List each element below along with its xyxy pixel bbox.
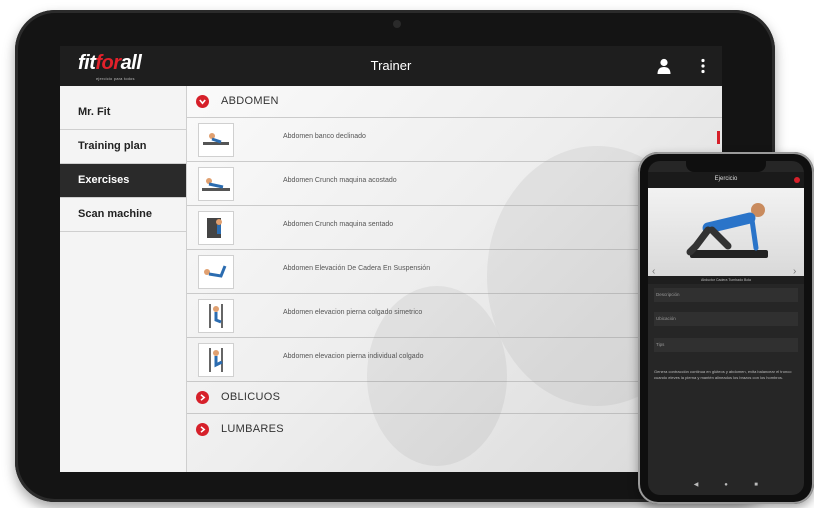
section-label: OBLICUOS xyxy=(221,391,281,403)
logo-tagline: ejercicio para todos xyxy=(96,76,135,81)
recents-icon[interactable]: ■ xyxy=(741,482,771,488)
chevron-right-circle-icon xyxy=(196,391,209,404)
phone-device: Ejercicio ‹ › Abductor Cadera Tumbado Bo… xyxy=(638,152,814,504)
tips-field[interactable]: Tips xyxy=(654,338,798,352)
exercise-description: Genera contracción continua en glúteos y… xyxy=(654,369,792,380)
sidebar-item-training-plan[interactable]: Training plan xyxy=(60,130,186,164)
app-header: fitforall ejercicio para todos Trainer xyxy=(60,46,722,86)
sidebar-item-scan-machine[interactable]: Scan machine xyxy=(60,198,186,232)
exercise-name: Abdomen Crunch maquina acostado xyxy=(283,177,397,184)
close-icon[interactable] xyxy=(794,177,800,183)
phone-title: Ejercicio xyxy=(714,176,738,182)
exercise-thumbnail xyxy=(198,299,234,333)
description-field[interactable]: Descripción xyxy=(654,288,798,302)
exercise-thumbnail xyxy=(198,255,234,289)
chevron-down-circle-icon xyxy=(196,95,209,108)
tablet-screen: fitforall ejercicio para todos Trainer M… xyxy=(60,46,722,472)
image-caption: Abductor Cadera Tumbado Bola xyxy=(648,276,804,284)
exercise-thumbnail xyxy=(198,123,234,157)
exercise-name: Abdomen Elevación De Cadera En Suspensió… xyxy=(283,265,431,272)
exercise-name: Abdomen elevacion pierna individual colg… xyxy=(283,353,424,360)
user-icon[interactable] xyxy=(657,58,671,74)
sidebar-item-exercises[interactable]: Exercises xyxy=(60,164,186,198)
tablet-camera xyxy=(393,20,401,28)
sidebar-item-mr-fit[interactable]: Mr. Fit xyxy=(60,96,186,130)
exercise-image: ‹ › xyxy=(648,188,804,277)
page-title: Trainer xyxy=(370,58,412,73)
phone-nav-bar: ◀ ● ■ xyxy=(648,481,804,495)
phone-header: Ejercicio xyxy=(648,172,804,188)
exercise-row[interactable]: Abdomen banco declinado xyxy=(187,117,722,161)
exercise-name: Abdomen banco declinado xyxy=(283,133,366,140)
exercise-name: Abdomen Crunch maquina sentado xyxy=(283,221,394,228)
phone-notch xyxy=(686,161,766,172)
exercise-name: Abdomen elevacion pierna colgado simetri… xyxy=(283,309,423,316)
section-label: ABDOMEN xyxy=(221,95,279,107)
home-icon[interactable]: ● xyxy=(711,482,741,488)
back-icon[interactable]: ◀ xyxy=(681,481,711,488)
exercise-thumbnail xyxy=(198,343,234,377)
sidebar: Mr. Fit Training plan Exercises Scan mac… xyxy=(60,86,187,472)
exercise-thumbnail xyxy=(198,211,234,245)
section-abdomen[interactable]: ABDOMEN xyxy=(187,86,722,117)
exercise-thumbnail xyxy=(198,167,234,201)
location-field[interactable]: Ubicación xyxy=(654,312,798,326)
phone-screen: Ejercicio ‹ › Abductor Cadera Tumbado Bo… xyxy=(648,161,804,495)
chevron-right-circle-icon xyxy=(196,423,209,436)
more-vertical-icon[interactable] xyxy=(700,58,706,74)
section-label: LUMBARES xyxy=(221,423,284,435)
